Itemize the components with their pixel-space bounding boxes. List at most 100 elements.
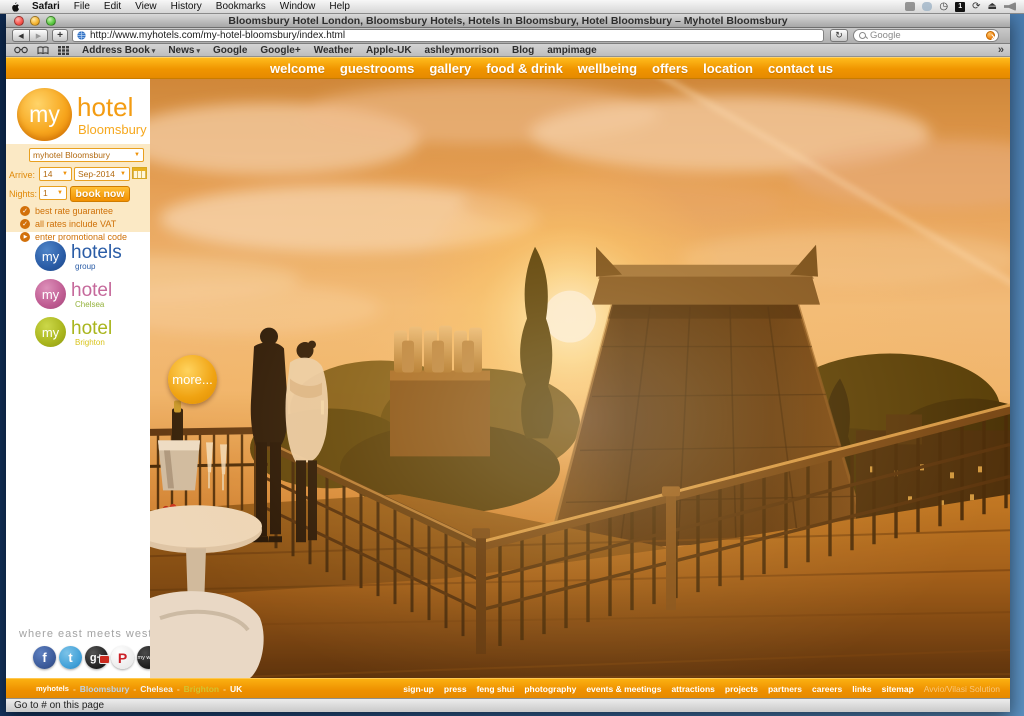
footer-projects[interactable]: projects [725,684,758,694]
zoom-window-button[interactable] [46,16,56,26]
hotel-select-value: myhotel Bloomsbury [33,150,110,160]
footer-events-meetings[interactable]: events & meetings [586,684,661,694]
search-input[interactable]: Google [853,29,999,42]
footer-sitemap[interactable]: sitemap [882,684,914,694]
chevron-down-icon: ▾ [152,48,156,55]
nav-location[interactable]: location [703,61,753,76]
arrive-month-select[interactable]: Sep-2014 ▼ [74,167,130,181]
new-tab-button[interactable]: + [52,29,68,42]
footer-press[interactable]: press [444,684,467,694]
separator: - [133,684,136,694]
bookmark-label: Address Book [82,45,150,56]
arrive-day-value: 14 [43,169,52,179]
nav-food-drink[interactable]: food & drink [486,61,563,76]
sync-icon[interactable]: ⟳ [972,2,980,12]
menu-file[interactable]: File [67,1,97,12]
forward-button[interactable]: ▶ [30,29,48,42]
bookmark-apple-uk[interactable]: Apple-UK [366,45,412,56]
snapback-icon[interactable] [986,31,995,40]
close-window-button[interactable] [14,16,24,26]
footer-sign-up[interactable]: sign-up [403,684,434,694]
calendar-status-icon[interactable]: 1 [955,2,965,12]
select-arrow-icon: ▼ [134,152,140,158]
select-arrow-icon: ▼ [57,190,63,196]
footer-links-link[interactable]: links [852,684,871,694]
apple-menu-icon[interactable] [10,2,19,12]
menu-history[interactable]: History [164,1,209,12]
footer-bloomsbury-link[interactable]: Bloomsbury [80,684,130,694]
menu-bookmarks[interactable]: Bookmarks [209,1,273,12]
google-plus-icon[interactable]: g+ [85,646,108,669]
site-favicon-globe-icon [77,31,86,40]
footer-attractions[interactable]: attractions [671,684,714,694]
menu-window[interactable]: Window [273,1,323,12]
title-bar[interactable]: Bloomsbury Hotel London, Bloomsbury Hote… [6,14,1010,28]
myhotel-chelsea-link[interactable]: my hotel Chelsea [6,279,150,315]
bookmark-address-book[interactable]: Address Book▾ [82,45,155,56]
arrive-day-select[interactable]: 14 ▼ [39,167,72,181]
footer-uk-link[interactable]: UK [230,684,242,694]
app-status-icon[interactable] [905,2,915,11]
bookmark-news[interactable]: News▾ [168,45,200,56]
browser-window: Bloomsbury Hotel London, Bloomsbury Hote… [6,14,1010,712]
footer-brighton-link[interactable]: Brighton [184,684,219,694]
site-navigation: welcome guestrooms gallery food & drink … [6,57,1010,79]
eject-icon[interactable]: ⏏ [988,2,997,12]
bookmarks-book-icon[interactable] [37,46,49,55]
reload-button[interactable]: ↻ [830,29,848,42]
bookmark-google[interactable]: Google [213,45,247,56]
bookmark-ampimage[interactable]: ampimage [547,45,596,56]
page-title: Bloomsbury Hotel London, Bloomsbury Hote… [228,15,787,27]
nav-guestrooms[interactable]: guestrooms [340,61,414,76]
menu-edit[interactable]: Edit [97,1,128,12]
footer-careers[interactable]: careers [812,684,842,694]
footer-chelsea-link[interactable]: Chelsea [140,684,173,694]
footer-feng-shui[interactable]: feng shui [477,684,515,694]
group-badge: my [35,279,66,309]
footer-partners[interactable]: partners [768,684,802,694]
pinterest-icon[interactable]: P [111,646,134,669]
bookmark-ashleymorrison[interactable]: ashleymorrison [425,45,499,56]
nav-gallery[interactable]: gallery [429,61,471,76]
menu-safari[interactable]: Safari [25,1,67,12]
benefit-best-rate: ✓ best rate guarantee [20,206,113,216]
group-badge: my [35,241,66,271]
back-button[interactable]: ◀ [12,29,30,42]
nights-select[interactable]: 1 ▼ [39,186,67,200]
benefit-label: best rate guarantee [35,206,113,216]
nav-offers[interactable]: offers [652,61,688,76]
bookmark-google-plus[interactable]: Google+ [260,45,300,56]
myhotels-group-link[interactable]: my hotels group [6,241,150,277]
more-button[interactable]: more... [168,355,217,404]
myhotel-bloomsbury-logo[interactable]: my hotel Bloomsbury [6,79,150,145]
menu-help[interactable]: Help [322,1,357,12]
volume-icon[interactable] [1004,2,1016,11]
nav-contact-us[interactable]: contact us [768,61,833,76]
nav-welcome[interactable]: welcome [270,61,325,76]
book-now-button[interactable]: book now [70,186,130,202]
group-name: hotel [71,280,112,302]
logo-name: hotel [77,92,133,123]
footer-photography[interactable]: photography [524,684,576,694]
spectacles-icon[interactable] [14,46,28,54]
footer-brand[interactable]: myhotels [36,684,69,693]
top-sites-grid-icon[interactable] [58,46,69,55]
hotel-select[interactable]: myhotel Bloomsbury ▼ [29,148,144,162]
bookmark-blog[interactable]: Blog [512,45,534,56]
calendar-icon[interactable] [132,167,147,179]
bookmarks-overflow-icon[interactable]: » [998,44,1004,56]
nav-wellbeing[interactable]: wellbeing [578,61,637,76]
benefit-vat: ✓ all rates include VAT [20,219,116,229]
bookmark-weather[interactable]: Weather [314,45,353,56]
twitter-icon[interactable]: t [59,646,82,669]
minimize-window-button[interactable] [30,16,40,26]
rooftop-sunset-scene [150,79,1010,678]
myhotel-brighton-link[interactable]: my hotel Brighton [6,317,150,353]
weather-status-icon[interactable] [922,2,932,11]
footer-credit[interactable]: Avvio/Vilasi Solution [924,684,1000,694]
clock-icon[interactable]: ◷ [939,2,948,12]
browser-toolbar: ◀ ▶ + http://www.myhotels.com/my-hotel-b… [6,28,1010,44]
facebook-icon[interactable]: f [33,646,56,669]
address-bar[interactable]: http://www.myhotels.com/my-hotel-bloomsb… [72,29,824,42]
menu-view[interactable]: View [128,1,164,12]
